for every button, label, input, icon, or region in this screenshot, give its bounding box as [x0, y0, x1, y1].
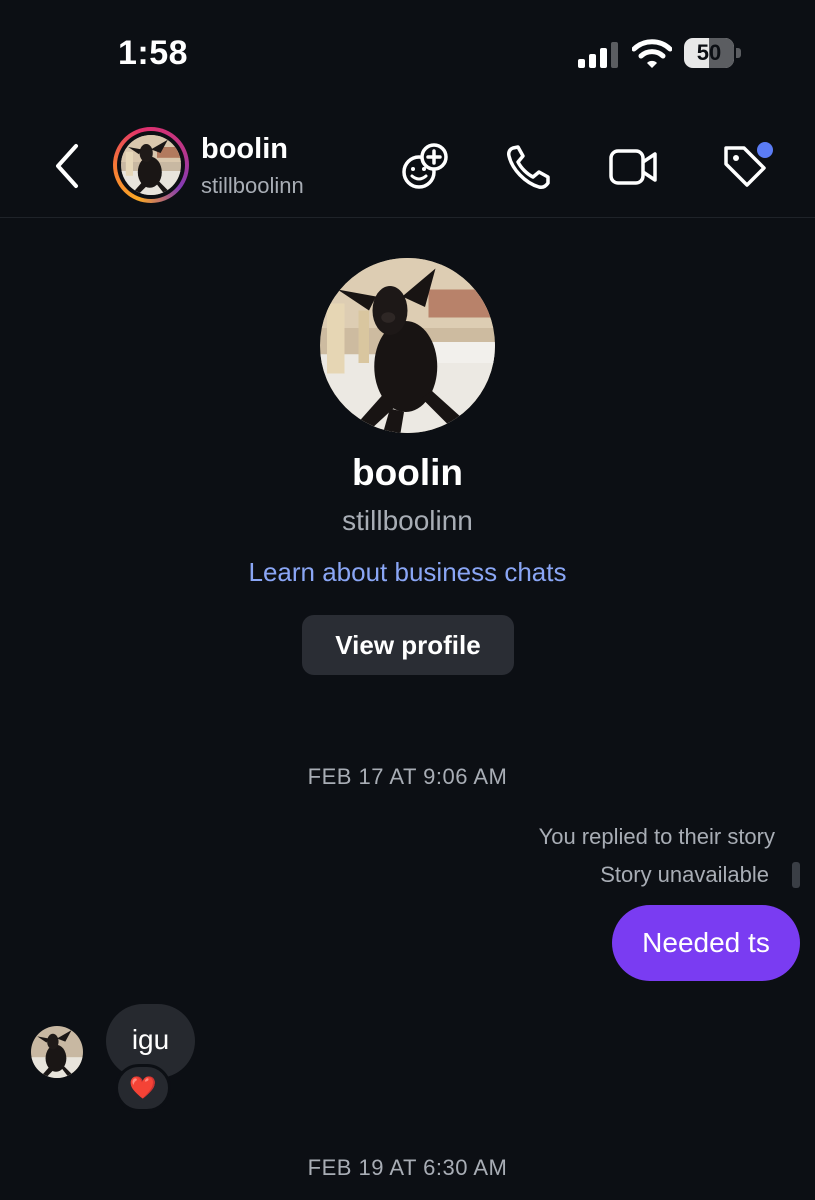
- date-divider: FEB 17 AT 9:06 AM: [307, 764, 508, 789]
- view-profile-button[interactable]: View profile: [302, 615, 514, 675]
- notification-dot: [757, 142, 773, 158]
- profile-avatar[interactable]: [320, 258, 495, 433]
- date-divider-2: FEB 19 AT 6:30 AM: [307, 1155, 508, 1180]
- back-chevron-icon[interactable]: [52, 142, 82, 190]
- battery-indicator: 50: [684, 38, 742, 70]
- sent-message-bubble[interactable]: Needed ts: [612, 905, 800, 981]
- profile-username: stillboolinn: [342, 505, 473, 536]
- business-chats-link[interactable]: Learn about business chats: [0, 557, 815, 588]
- cellular-signal-icon: [578, 42, 618, 68]
- story-reply-note: You replied to their story: [538, 824, 775, 849]
- heart-icon: ❤️: [129, 1075, 157, 1100]
- add-emoji-sticker-icon[interactable]: [400, 141, 450, 191]
- story-unavailable-note: Story unavailable: [600, 862, 769, 887]
- goat-avatar-image: [121, 135, 181, 195]
- header-avatar[interactable]: [113, 127, 189, 203]
- wifi-icon: [632, 39, 672, 68]
- heart-reaction[interactable]: ❤️: [115, 1064, 171, 1112]
- profile-name: boolin: [352, 452, 463, 493]
- header-divider: [0, 217, 815, 218]
- battery-level: 50: [696, 40, 722, 65]
- video-camera-icon[interactable]: [608, 142, 658, 192]
- story-reply-bar: [792, 862, 800, 888]
- status-time: 1:58: [118, 34, 189, 72]
- phone-icon[interactable]: [504, 142, 554, 192]
- sender-avatar[interactable]: [31, 1026, 83, 1078]
- header-username[interactable]: stillboolinn: [201, 173, 304, 199]
- header-name[interactable]: boolin: [201, 133, 288, 166]
